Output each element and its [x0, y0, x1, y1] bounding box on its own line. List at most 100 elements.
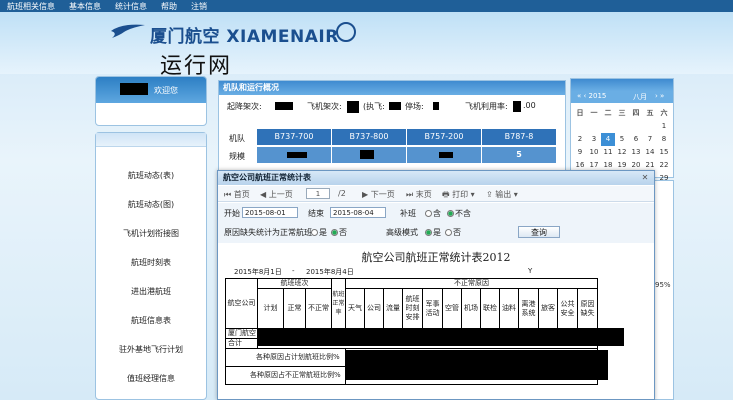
- export-button[interactable]: ⇪ 输出 ▾: [486, 189, 518, 200]
- advanced-mode-label: 高级模式: [386, 228, 418, 237]
- row-xiamen-air: 厦门航空: [225, 328, 258, 339]
- reason-missing-label: 原因缺失统计为正常航班: [224, 228, 312, 237]
- advanced-no-radio[interactable]: 否: [444, 227, 461, 238]
- next-page-button[interactable]: ▶ 下一页: [362, 189, 395, 200]
- redacted-username: [120, 83, 148, 95]
- report-range-start: 2015年8月1日: [234, 268, 282, 276]
- report-range-mark: Y: [528, 267, 533, 275]
- page-number-input[interactable]: 1: [306, 188, 330, 199]
- calendar-day[interactable]: 7: [643, 133, 657, 146]
- utilization-suffix: .00: [523, 101, 536, 110]
- prev-page-button[interactable]: ◀ 上一页: [260, 189, 293, 200]
- calendar-day: [587, 120, 601, 133]
- globe-logo-icon: [336, 22, 356, 42]
- menu-statistics[interactable]: 统计信息: [108, 0, 154, 12]
- col-reason: 离港系统: [518, 288, 539, 329]
- calendar-day[interactable]: 4: [601, 133, 615, 146]
- reason-yes-radio[interactable]: 是: [310, 227, 327, 238]
- col-reason: 军事活动: [422, 288, 443, 329]
- nav-flight-info-table[interactable]: 航班信息表: [96, 315, 206, 326]
- supp-include-radio[interactable]: 含: [424, 208, 441, 219]
- fleet-panel: 机队和运行概况 起降架次: 飞机架次: (执飞: 停场: 飞机利用率: .00 …: [218, 80, 566, 172]
- supp-exclude-radio[interactable]: 不含: [446, 208, 471, 219]
- start-date-input[interactable]: 2015-08-01: [242, 207, 298, 218]
- calendar-day: [643, 120, 657, 133]
- calendar-day[interactable]: 15: [657, 146, 671, 159]
- advanced-yes-radio[interactable]: 是: [424, 227, 441, 238]
- calendar-header: [571, 79, 673, 91]
- banner: 厦门航空 XIAMENAIR 运行网: [0, 12, 733, 79]
- calendar-weekday: 一: [590, 109, 598, 117]
- calendar-day[interactable]: 6: [629, 133, 643, 146]
- calendar-next[interactable]: › »: [655, 92, 664, 100]
- nav-flight-status-chart[interactable]: 航班动态(图): [96, 199, 206, 210]
- menu-help[interactable]: 帮助: [154, 0, 184, 12]
- calendar-day[interactable]: 1: [657, 120, 671, 133]
- first-page-button[interactable]: ⏮ 首页: [224, 189, 250, 200]
- calendar-day[interactable]: 8: [657, 133, 671, 146]
- calendar-day[interactable]: 3: [587, 133, 601, 146]
- page-total: /2: [338, 189, 346, 198]
- calendar-year[interactable]: « ‹ 2015: [577, 92, 606, 100]
- menu-logout[interactable]: 注销: [184, 0, 214, 12]
- calendar-day[interactable]: 10: [587, 146, 601, 159]
- brand-name: 厦门航空 XIAMENAIR: [150, 27, 339, 47]
- nav-duty-manager[interactable]: 值班经理信息: [96, 373, 206, 384]
- nav-timetable[interactable]: 航班时刻表: [96, 257, 206, 268]
- top-menu: 航班相关信息 基本信息 统计信息 帮助 注销: [0, 0, 733, 12]
- calendar-weekday: 三: [618, 109, 626, 117]
- stopped-label: 停场:: [405, 102, 424, 111]
- calendar-day[interactable]: 11: [601, 146, 615, 159]
- menu-flight-info[interactable]: 航班相关信息: [0, 0, 62, 12]
- redacted-value: [433, 102, 439, 110]
- calendar-weekday: 日: [576, 109, 584, 117]
- report-title: 航空公司航班正常统计表2012: [361, 251, 511, 264]
- calendar-day[interactable]: 5: [615, 133, 629, 146]
- last-page-button[interactable]: ⏭ 末页: [406, 189, 432, 200]
- nav-base-plan[interactable]: 驻外基地飞行计划: [96, 344, 206, 355]
- calendar-day: [601, 120, 615, 133]
- calendar-day: [629, 120, 643, 133]
- report-dialog: 航空公司航班正常统计表 ✕ ⏮ 首页 ◀ 上一页 1 /2 ▶ 下一页 ⏭ 末页…: [217, 170, 655, 400]
- right-side-panel: 95%: [654, 180, 674, 400]
- welcome-bar: 欢迎您: [96, 77, 206, 103]
- menu-basic-info[interactable]: 基本信息: [62, 0, 108, 12]
- calendar-day: [615, 120, 629, 133]
- query-button[interactable]: 查询: [518, 226, 560, 238]
- redacted-value: [513, 101, 521, 112]
- close-icon[interactable]: ✕: [640, 173, 650, 183]
- calendar-day[interactable]: 13: [629, 146, 643, 159]
- calendar-weekday: 四: [632, 109, 640, 117]
- calendar: « ‹ 2015 八月 › » 日一二三四五六 1 2 3 4 5 6 7 8 9 10 11 12 13…: [570, 78, 674, 195]
- calendar-day[interactable]: 14: [643, 146, 657, 159]
- nav-aircraft-plan[interactable]: 飞机计划衔接图: [96, 228, 206, 239]
- report-range-end: 2015年8月4日: [306, 268, 354, 276]
- end-date-input[interactable]: 2015-08-04: [330, 207, 386, 218]
- calendar-month[interactable]: 八月: [633, 92, 647, 102]
- calendar-day[interactable]: 2: [573, 133, 587, 146]
- redacted-value: [287, 152, 307, 158]
- redacted-value: [360, 150, 374, 159]
- print-button[interactable]: 🖶 打印 ▾: [442, 189, 475, 203]
- supplementary-label: 补班: [400, 209, 416, 218]
- reason-no-radio[interactable]: 否: [330, 227, 347, 238]
- fleet-title: 机队和运行概况: [219, 81, 565, 95]
- dialog-title: 航空公司航班正常统计表: [223, 173, 311, 182]
- calendar-day[interactable]: 22: [657, 159, 671, 172]
- col-reason: 机场: [461, 288, 481, 329]
- calendar-day[interactable]: 9: [573, 146, 587, 159]
- redacted-value: [275, 102, 293, 110]
- calendar-day[interactable]: 12: [615, 146, 629, 159]
- scale-b737-800: [332, 147, 406, 163]
- report-table: 航空公司 航班班次 航班正常率 不正常原因 计划 正常 不正常 天气 公司 流量 航班…: [225, 278, 624, 385]
- end-label: 结束: [308, 209, 324, 218]
- nav-arrivals-departures[interactable]: 进出港航班: [96, 286, 206, 297]
- scale-b787-8: 5: [482, 147, 556, 163]
- scale-b737-700: [257, 147, 331, 163]
- utilization-label: 飞机利用率:: [465, 102, 508, 111]
- report-toolbar: ⏮ 首页 ◀ 上一页 1 /2 ▶ 下一页 ⏭ 末页 🖶 打印 ▾ ⇪ 输出 ▾: [218, 186, 654, 202]
- nav-flight-status-table[interactable]: 航班动态(表): [96, 170, 206, 181]
- col-reason: 油料: [499, 288, 519, 329]
- report-range-sep: -: [292, 267, 295, 275]
- percent-readout: 95%: [655, 281, 671, 289]
